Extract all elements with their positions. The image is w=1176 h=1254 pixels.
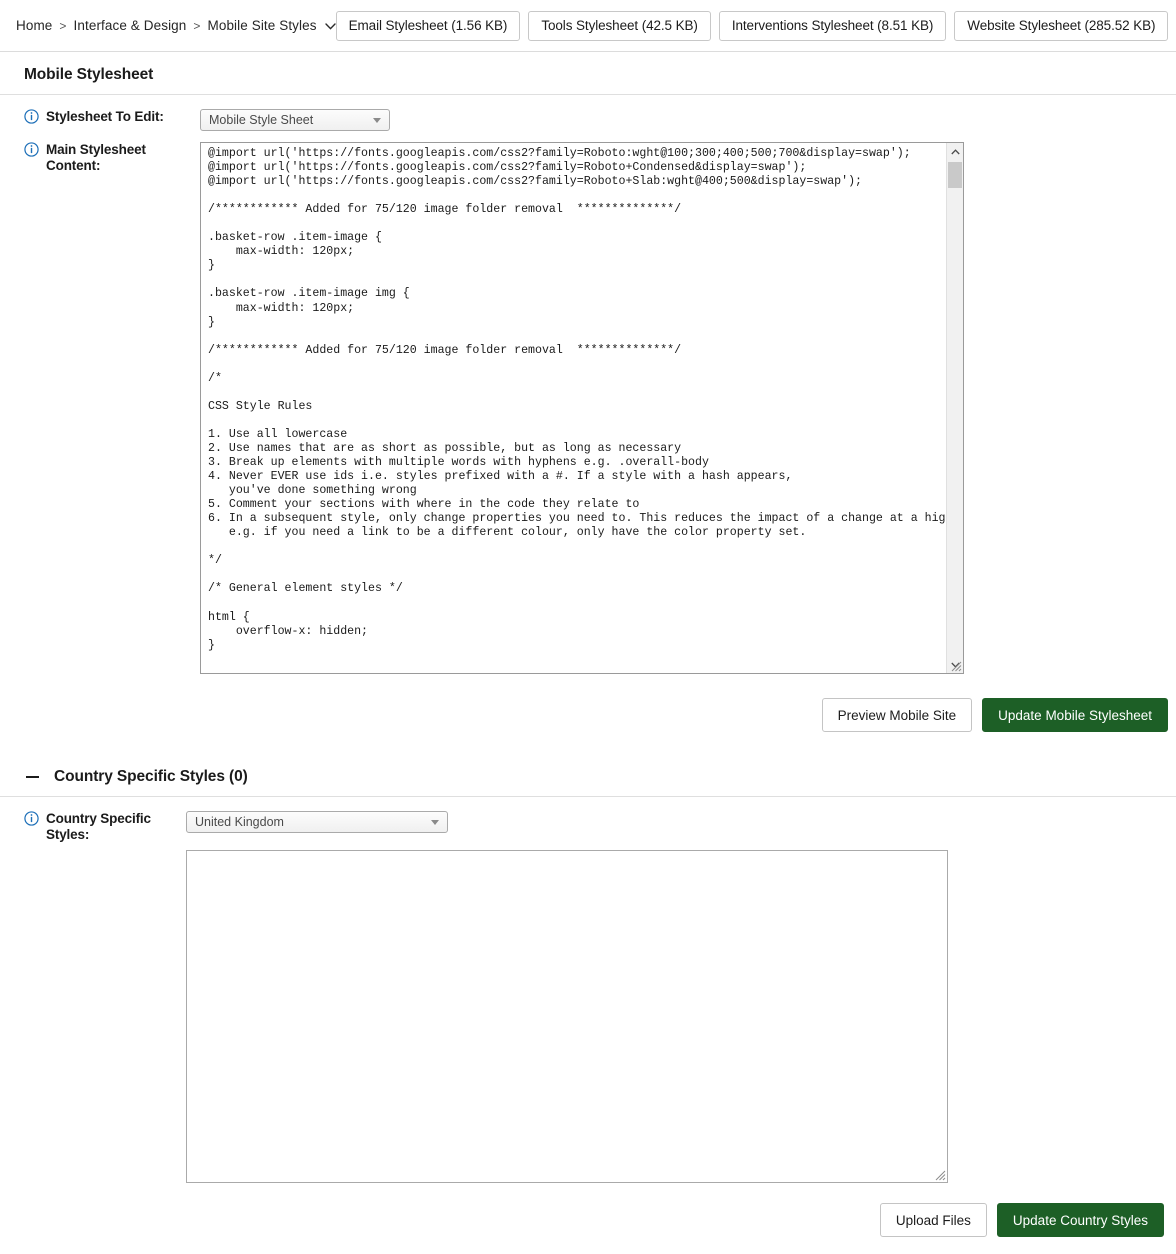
top-bar: Home > Interface & Design > Mobile Site … (0, 0, 1176, 52)
mobile-stylesheet-actions: Preview Mobile Site Update Mobile Styles… (0, 698, 1176, 732)
country-styles-textarea-wrapper (186, 850, 948, 1183)
page-title: Mobile Stylesheet (24, 66, 154, 83)
upload-files-button[interactable]: Upload Files (879, 1203, 987, 1237)
country-specific-styles-title: Country Specific Styles (0) (54, 768, 248, 785)
breadcrumb: Home > Interface & Design > Mobile Site … (16, 18, 336, 33)
preview-mobile-site-button[interactable]: Preview Mobile Site (821, 698, 973, 732)
main-stylesheet-content-row: Main Stylesheet Content: @import url('ht… (0, 142, 1176, 674)
country-styles-actions: Upload Files Update Country Styles (0, 1203, 1176, 1237)
breadcrumb-item-home[interactable]: Home (16, 18, 52, 33)
info-icon[interactable] (24, 811, 39, 826)
info-icon[interactable] (24, 109, 39, 124)
country-specific-styles-label: Country Specific Styles: (46, 811, 151, 842)
breadcrumb-item-interface-design[interactable]: Interface & Design (74, 18, 187, 33)
interventions-stylesheet-button[interactable]: Interventions Stylesheet (8.51 KB) (718, 10, 947, 41)
chevron-down-icon (373, 118, 381, 123)
breadcrumb-separator: > (193, 18, 201, 33)
update-mobile-stylesheet-button[interactable]: Update Mobile Stylesheet (982, 698, 1168, 732)
country-styles-content-row (0, 850, 1176, 1183)
country-specific-styles-label-group: Country Specific Styles: (24, 811, 186, 843)
country-select-value: United Kingdom (195, 815, 284, 829)
main-stylesheet-content-label: Main Stylesheet Content: (46, 142, 146, 173)
chevron-down-icon[interactable] (324, 23, 336, 30)
tools-stylesheet-button[interactable]: Tools Stylesheet (42.5 KB) (528, 10, 711, 41)
update-country-styles-button[interactable]: Update Country Styles (996, 1203, 1164, 1237)
mobile-stylesheet-section-header: Mobile Stylesheet (0, 52, 1176, 95)
stylesheet-to-edit-row: Stylesheet To Edit: Mobile Style Sheet (0, 109, 1176, 131)
minus-icon[interactable] (24, 776, 40, 778)
textarea-resize-handle[interactable] (933, 1168, 946, 1181)
country-select[interactable]: United Kingdom (186, 811, 448, 833)
scroll-up-arrow-icon[interactable] (947, 143, 963, 160)
stylesheet-buttons-group: Email Stylesheet (1.56 KB) Tools Stylesh… (335, 10, 1176, 41)
breadcrumb-separator: > (59, 18, 67, 33)
country-specific-styles-row: Country Specific Styles: United Kingdom (0, 811, 1176, 843)
main-stylesheet-content-input[interactable]: @import url('https://fonts.googleapis.co… (201, 143, 963, 673)
country-specific-styles-section-header: Country Specific Styles (0) (0, 754, 1176, 797)
main-stylesheet-textarea-wrapper: @import url('https://fonts.googleapis.co… (200, 142, 964, 674)
info-icon[interactable] (24, 142, 39, 157)
stylesheet-to-edit-label: Stylesheet To Edit: (46, 109, 164, 124)
chevron-down-icon (431, 820, 439, 825)
stylesheet-to-edit-label-group: Stylesheet To Edit: (24, 109, 200, 125)
textarea-resize-handle[interactable] (949, 659, 962, 672)
stylesheet-to-edit-value: Mobile Style Sheet (209, 113, 314, 127)
country-styles-content-input[interactable] (187, 851, 947, 1182)
email-stylesheet-button[interactable]: Email Stylesheet (1.56 KB) (335, 10, 521, 41)
scrollbar-thumb[interactable] (948, 162, 962, 188)
breadcrumb-item-mobile-site-styles[interactable]: Mobile Site Styles (208, 18, 317, 33)
stylesheet-to-edit-select[interactable]: Mobile Style Sheet (200, 109, 390, 131)
website-stylesheet-button[interactable]: Website Stylesheet (285.52 KB) (954, 10, 1169, 41)
main-stylesheet-content-label-group: Main Stylesheet Content: (24, 142, 200, 174)
main-stylesheet-scrollbar[interactable] (946, 143, 963, 673)
